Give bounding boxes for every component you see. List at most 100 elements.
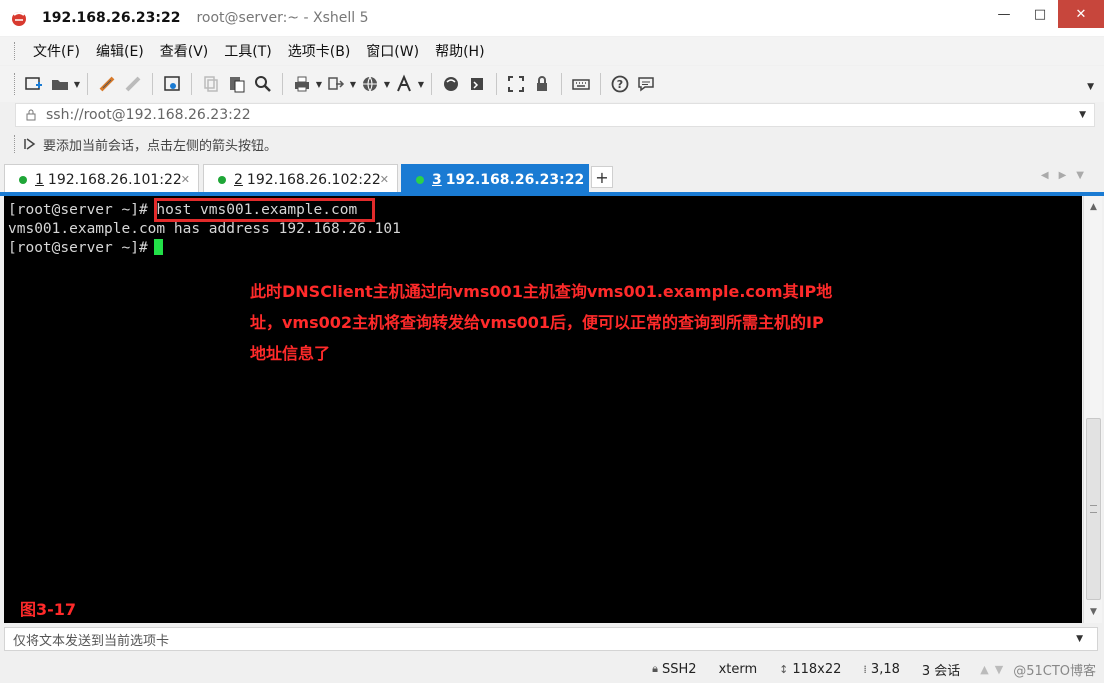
- status-sessions: 3 会话: [922, 660, 960, 679]
- status-dot-icon: [19, 175, 27, 184]
- address-dropdown-icon[interactable]: ▼: [1079, 110, 1086, 120]
- transfer-icon: [328, 77, 345, 90]
- tab-nav-arrows[interactable]: ◀▶▼: [1041, 170, 1094, 181]
- compose-bar[interactable]: 仅将文本发送到当前选项卡 ▼: [4, 627, 1098, 651]
- close-button[interactable]: ✕: [1058, 0, 1104, 28]
- compose-target-label[interactable]: 仅将文本发送到当前选项卡: [13, 630, 169, 649]
- tab-number: 2: [234, 171, 243, 188]
- open-folder-icon: [52, 80, 68, 90]
- address-bar[interactable]: ssh://root@192.168.26.23:22 ▼: [15, 103, 1095, 127]
- xftp-button[interactable]: [438, 71, 464, 97]
- tab-session-3[interactable]: 3 192.168.26.23:22: [401, 164, 589, 194]
- window-title: 192.168.26.23:22: [42, 10, 181, 26]
- status-nav-arrows[interactable]: ▲▼: [980, 663, 1009, 676]
- toolbar-grip[interactable]: [14, 73, 17, 95]
- lock-button[interactable]: [529, 71, 555, 97]
- hint-text: 要添加当前会话，点击左侧的箭头按钮。: [43, 138, 278, 154]
- find-icon: [255, 76, 271, 92]
- tab-close-icon[interactable]: ✕: [181, 173, 190, 186]
- term-text: xterm: [718, 661, 758, 677]
- annotation-line: 地址信息了: [250, 344, 331, 363]
- reconnect-button[interactable]: [120, 71, 146, 97]
- menu-view[interactable]: 查看(V): [152, 41, 217, 61]
- status-dot-icon: [218, 175, 226, 184]
- maximize-button[interactable]: □: [1022, 0, 1058, 28]
- menu-file[interactable]: 文件(F): [25, 41, 88, 61]
- menu-window[interactable]: 窗口(W): [358, 41, 427, 61]
- globe-dropdown-icon[interactable]: ▼: [383, 80, 391, 89]
- menu-edit[interactable]: 编辑(E): [88, 41, 152, 61]
- tab-close-icon[interactable]: ✕: [380, 173, 389, 186]
- status-cursor: ⁞ 3,18: [863, 662, 899, 677]
- status-protocol: 🔒︎ SSH2: [652, 662, 696, 677]
- print-dropdown-icon[interactable]: ▼: [315, 80, 323, 89]
- terminal-scrollbar[interactable]: ▲ ▼: [1083, 196, 1102, 623]
- svg-text:?: ?: [617, 78, 623, 91]
- add-session-arrow-icon[interactable]: [23, 137, 37, 151]
- new-tab-button[interactable]: +: [591, 166, 613, 188]
- disconnect-button[interactable]: [94, 71, 120, 97]
- lock-icon: [537, 76, 547, 91]
- help-icon: ?: [611, 75, 629, 93]
- font-button[interactable]: [391, 71, 417, 97]
- status-dot-icon: [416, 175, 424, 184]
- open-dropdown-icon[interactable]: ▼: [73, 80, 81, 89]
- tab-label: 192.168.26.101:22: [47, 171, 182, 188]
- globe-button[interactable]: [357, 71, 383, 97]
- new-session-icon: [25, 77, 42, 90]
- menu-tools[interactable]: 工具(T): [216, 41, 279, 61]
- size-text: 118x22: [792, 661, 842, 677]
- xftp-icon: [444, 77, 458, 91]
- keyboard-icon: [572, 79, 590, 90]
- scroll-up-icon[interactable]: ▲: [1084, 198, 1103, 216]
- scroll-thumb[interactable]: [1086, 418, 1101, 600]
- window-subtitle: root@server:~ - Xshell 5: [196, 10, 369, 26]
- fullscreen-button[interactable]: [503, 71, 529, 97]
- tab-session-1[interactable]: 1 192.168.26.101:22 ✕: [4, 164, 199, 194]
- print-icon: [295, 76, 309, 92]
- transfer-button[interactable]: [323, 71, 349, 97]
- status-bar: 🔒︎ SSH2 xterm ↕ 118x22 ⁞ 3,18 3 会话 ▲▼ @51CT…: [0, 655, 1104, 683]
- properties-button[interactable]: [159, 71, 185, 97]
- status-term: xterm: [719, 662, 758, 677]
- title-bar: 192.168.26.23:22 root@server:~ - Xshell …: [0, 0, 1104, 36]
- highlight-box: [154, 198, 375, 222]
- tab-number: 3: [432, 171, 442, 188]
- paste-button[interactable]: [224, 71, 250, 97]
- scroll-down-icon[interactable]: ▼: [1084, 603, 1103, 621]
- terminal-line: vms001.example.com has address 192.168.2…: [8, 221, 401, 237]
- menu-help[interactable]: 帮助(H): [427, 41, 492, 61]
- lock-icon: [26, 109, 36, 121]
- terminal-prompt: [root@server ~]#: [8, 240, 148, 256]
- print-button[interactable]: [289, 71, 315, 97]
- open-button[interactable]: [47, 71, 73, 97]
- hintbar-grip[interactable]: [14, 135, 17, 153]
- terminal-cursor: [153, 239, 163, 255]
- figure-label: 图3-17: [20, 600, 77, 619]
- properties-icon: [164, 76, 180, 91]
- chat-button[interactable]: [633, 71, 659, 97]
- help-button[interactable]: ?: [607, 71, 633, 97]
- font-dropdown-icon[interactable]: ▼: [417, 80, 425, 89]
- fullscreen-icon: [508, 76, 524, 92]
- sessions-text: 3 会话: [921, 663, 961, 679]
- compose-dropdown-icon[interactable]: ▼: [1076, 634, 1083, 644]
- menubar-grip[interactable]: [14, 42, 17, 60]
- script-icon: [471, 78, 483, 90]
- toolbar-overflow-icon[interactable]: ▼: [1087, 82, 1094, 92]
- keyboard-button[interactable]: [568, 71, 594, 97]
- address-url[interactable]: ssh://root@192.168.26.23:22: [46, 107, 251, 123]
- transfer-dropdown-icon[interactable]: ▼: [349, 80, 357, 89]
- tab-session-2[interactable]: 2 192.168.26.102:22 ✕: [203, 164, 398, 194]
- script-button[interactable]: [464, 71, 490, 97]
- menu-tabs[interactable]: 选项卡(B): [280, 41, 359, 61]
- lock-icon: 🔒︎: [652, 662, 658, 675]
- copy-button[interactable]: [198, 71, 224, 97]
- new-session-button[interactable]: [21, 71, 47, 97]
- hint-bar: 要添加当前会话，点击左侧的箭头按钮。: [14, 131, 277, 157]
- minimize-button[interactable]: —: [986, 0, 1022, 28]
- status-size: ↕ 118x22: [779, 662, 841, 677]
- find-button[interactable]: [250, 71, 276, 97]
- tab-number: 1: [35, 171, 44, 188]
- terminal-area[interactable]: [root@server ~]# host vms001.example.com…: [4, 196, 1082, 623]
